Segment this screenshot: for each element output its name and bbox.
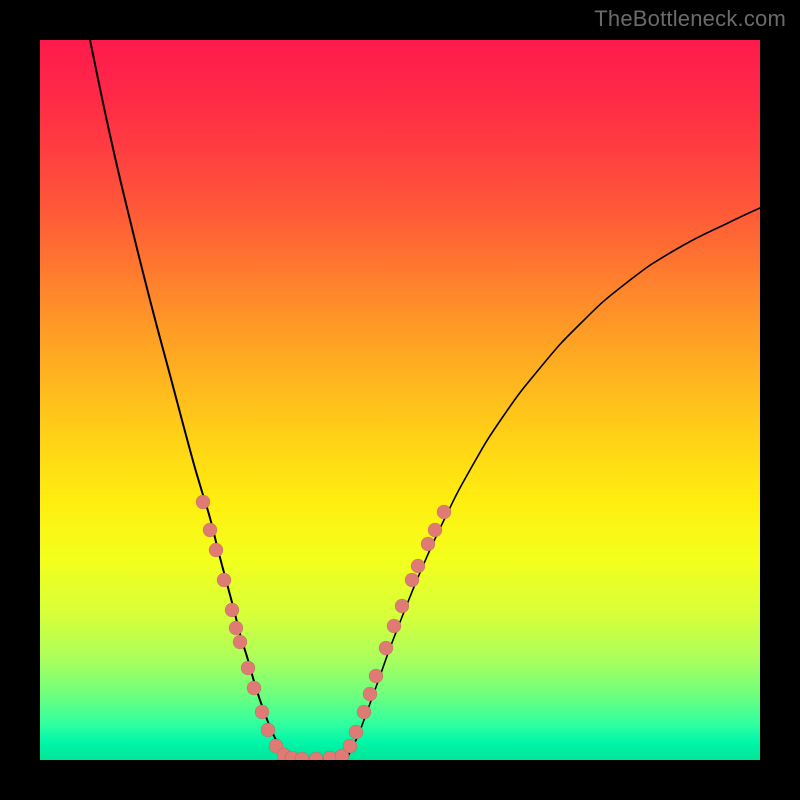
watermark-text: TheBottleneck.com: [594, 6, 786, 32]
dot-right: [395, 599, 409, 613]
dot-right: [437, 505, 451, 519]
chart-frame: TheBottleneck.com: [0, 0, 800, 800]
dot-right: [405, 573, 419, 587]
dot-trough: [309, 752, 323, 760]
curve-svg: [40, 40, 760, 760]
dot-left: [247, 681, 261, 695]
dot-right: [421, 537, 435, 551]
dot-right: [369, 669, 383, 683]
data-dots: [196, 495, 451, 760]
curve-left-branch: [90, 40, 285, 756]
dot-left: [217, 573, 231, 587]
dot-left: [255, 705, 269, 719]
plot-area: [40, 40, 760, 760]
dot-right: [387, 619, 401, 633]
dot-right: [363, 687, 377, 701]
dot-left: [209, 543, 223, 557]
dot-right: [379, 641, 393, 655]
dot-right: [411, 559, 425, 573]
dot-right: [349, 725, 363, 739]
dot-left: [229, 621, 243, 635]
dot-left: [203, 523, 217, 537]
dot-right: [357, 705, 371, 719]
curve-right-branch: [348, 208, 760, 756]
dot-left: [241, 661, 255, 675]
dot-left: [196, 495, 210, 509]
dot-left: [225, 603, 239, 617]
dot-left: [261, 723, 275, 737]
dot-left: [233, 635, 247, 649]
dot-right: [428, 523, 442, 537]
dot-right: [343, 739, 357, 753]
